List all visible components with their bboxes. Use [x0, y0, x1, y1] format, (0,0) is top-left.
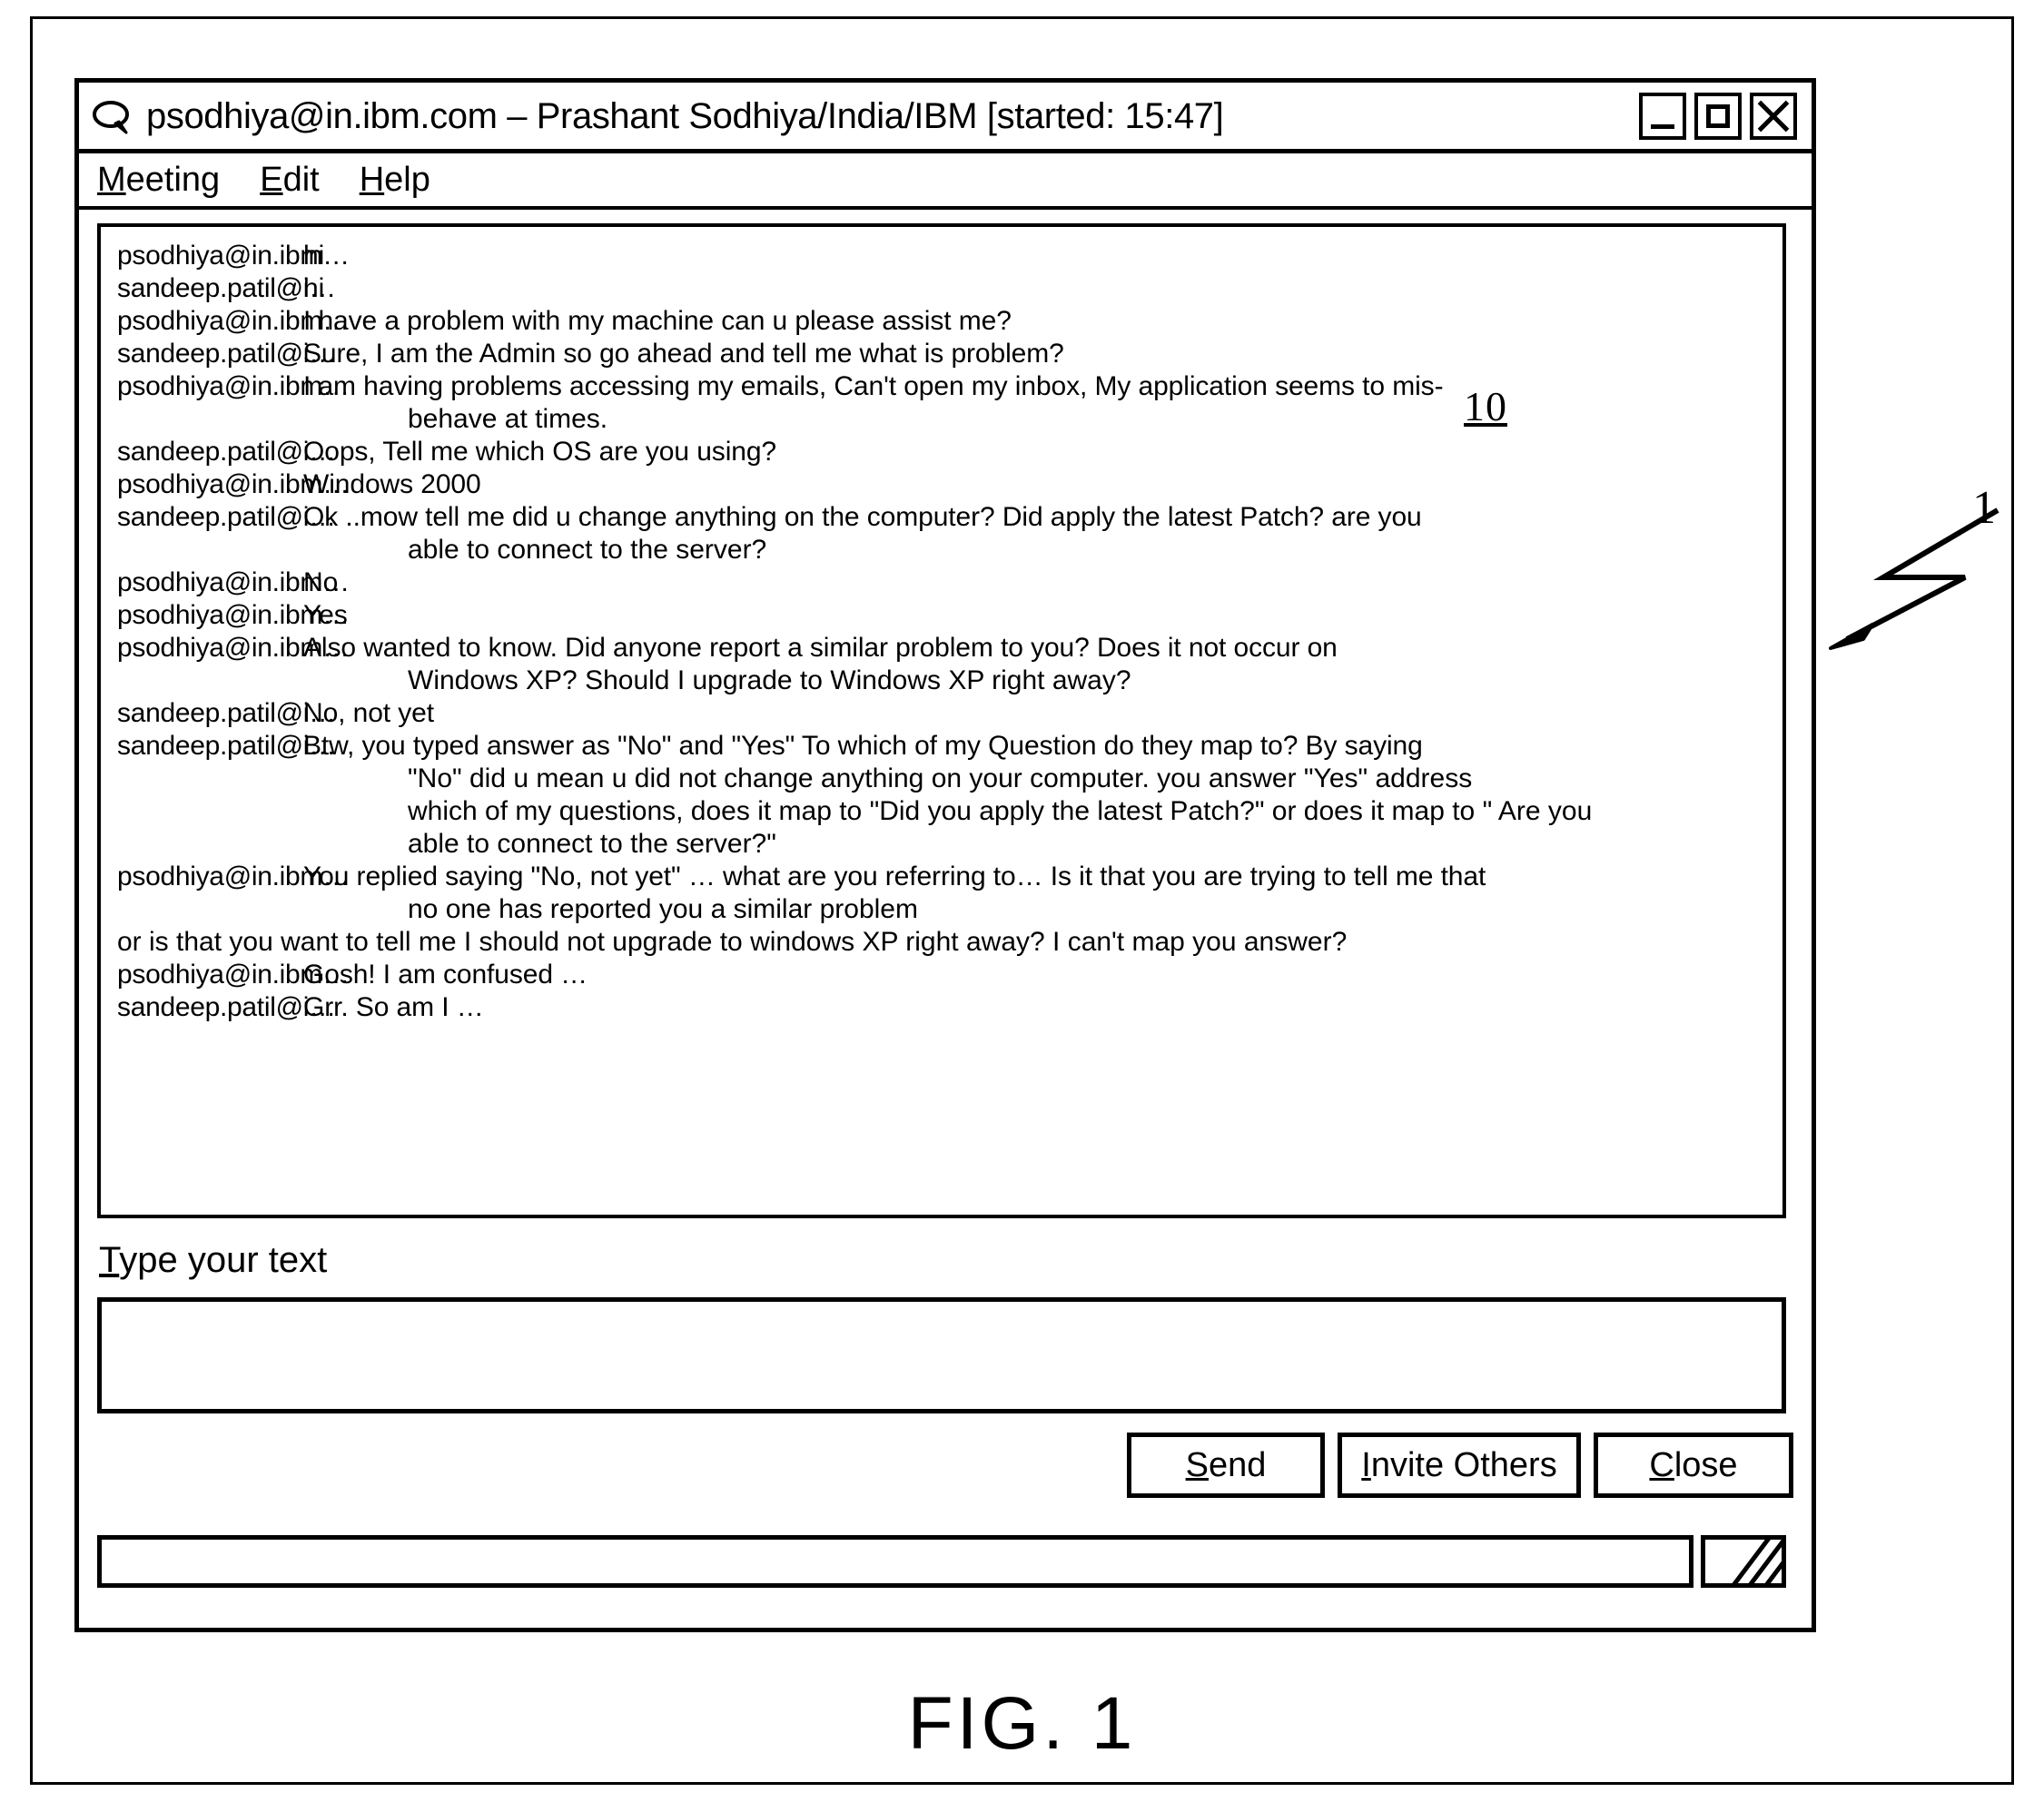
invite-others-button[interactable]: Invite Others [1338, 1433, 1581, 1498]
chat-message-text: No [303, 567, 339, 597]
dialog-button-row: Send Invite Others Close [1127, 1433, 1793, 1498]
chat-transcript-lines: psodhiya@in.ibm… hi sandeep.patil@i… hi psod… [117, 240, 1773, 1024]
chat-message-unindented: or is that you want to tell me I should … [117, 927, 1348, 957]
chat-message-row: sandeep.patil@i… No, not yet [117, 697, 1773, 730]
chat-message-text: Ok ..mow tell me did u change anything o… [303, 502, 1422, 532]
status-text [97, 1535, 1693, 1588]
chat-message-text: Also wanted to know. Did anyone report a… [303, 633, 1338, 663]
menubar: Meeting Edit Help [79, 153, 1812, 210]
chat-message-text: Grr. So am I … [303, 992, 484, 1022]
chat-message-text: Yes [303, 600, 348, 630]
menu-accelerator-help: H [359, 161, 385, 199]
chat-message-row: psodhiya@in.ibm… hi [117, 240, 1773, 272]
minimize-icon [1651, 123, 1674, 129]
menu-accelerator-meeting: M [97, 161, 126, 199]
menu-item-edit[interactable]: Edit [260, 162, 320, 197]
chat-message-row: psodhiya@in.ibm… Gosh! I am confused … [117, 959, 1773, 991]
chat-message-row: sandeep.patil@i… Grr. So am I … [117, 991, 1773, 1024]
chat-message-continuation: which of my questions, does it map to "D… [408, 796, 1593, 826]
menu-item-help[interactable]: Help [360, 162, 430, 197]
chat-bubble-icon [92, 98, 133, 134]
chat-message-speaker: sandeep.patil@i… [117, 731, 336, 761]
close-button[interactable] [1750, 92, 1797, 140]
chat-message-speaker: psodhiya@in.ibm… [117, 960, 350, 990]
compose-label: Type your text [99, 1242, 327, 1278]
chat-message-speaker: psodhiya@in.ibm… [117, 306, 350, 336]
window-controls [1639, 92, 1802, 140]
chat-message-row: psodhiya@in.ibm… I have a problem with my… [117, 305, 1773, 338]
chat-message-continuation: no one has reported you a similar proble… [408, 894, 918, 924]
figure-caption: FIG. 1 [907, 1682, 1137, 1765]
chat-message-row: sandeep.patil@i… Ok ..mow tell me did u c… [117, 501, 1773, 534]
chat-message-text: You replied saying "No, not yet" … what … [303, 862, 1486, 891]
chat-message-continuation: Windows XP? Should I upgrade to Windows … [408, 665, 1131, 695]
compose-label-rest: ype your text [119, 1240, 328, 1280]
chat-message-speaker: sandeep.patil@i… [117, 992, 336, 1022]
chat-message-row: sandeep.patil@i… Oops, Tell me which OS a… [117, 436, 1773, 468]
chat-message-text: Btw, you typed answer as "No" and "Yes" … [303, 731, 1423, 761]
maximize-button[interactable] [1694, 92, 1742, 140]
chat-message-text: Sure, I am the Admin so go ahead and tel… [303, 339, 1064, 369]
chat-message-speaker: psodhiya@in.ibm… [117, 469, 350, 499]
chat-message-row: psodhiya@in.ibm… Yes [117, 599, 1773, 632]
invite-accelerator: I [1361, 1445, 1371, 1484]
chat-message-text: hi [303, 273, 325, 303]
chat-message-speaker: sandeep.patil@i… [117, 339, 336, 369]
close-accelerator: C [1649, 1445, 1674, 1484]
resize-grip-icon[interactable] [1701, 1535, 1786, 1588]
chat-message-row: psodhiya@in.ibm… Also wanted to know. Did… [117, 632, 1773, 665]
chat-message-speaker: sandeep.patil@i… [117, 698, 336, 728]
compose-label-accelerator: T [99, 1240, 120, 1280]
chat-message-continuation: able to connect to the server? [408, 535, 767, 565]
chat-message-text: I am having problems accessing my emails… [303, 371, 1444, 401]
chat-message-row: sandeep.patil@i… Btw, you typed answer as… [117, 730, 1773, 763]
chat-transcript-panel[interactable]: psodhiya@in.ibm… hi sandeep.patil@i… hi psod… [97, 223, 1786, 1218]
send-accelerator: S [1185, 1445, 1209, 1484]
chat-message-speaker: psodhiya@in.ibm… [117, 567, 350, 597]
chat-message-speaker: psodhiya@in.ibm… [117, 371, 350, 401]
window-titlebar: psodhiya@in.ibm.com – Prashant Sodhiya/I… [79, 83, 1812, 153]
chat-message-continuation: "No" did u mean u did not change anythin… [408, 763, 1473, 793]
chat-message-speaker: sandeep.patil@i… [117, 437, 336, 467]
chat-message-speaker: psodhiya@in.ibm… [117, 633, 350, 663]
chat-message-row: sandeep.patil@i… Sure, I am the Admin so … [117, 338, 1773, 370]
chat-message-speaker: psodhiya@in.ibm… [117, 600, 350, 630]
chat-message-row: psodhiya@in.ibm… Windows 2000 [117, 468, 1773, 501]
chat-message-text: Windows 2000 [303, 469, 481, 499]
chat-message-row: sandeep.patil@i… hi [117, 272, 1773, 305]
chat-message-text: Oops, Tell me which OS are you using? [303, 437, 777, 467]
chat-message-text: Gosh! I am confused … [303, 960, 588, 990]
chat-message-row: psodhiya@in.ibm… You replied saying "No, … [117, 861, 1773, 893]
maximize-icon [1706, 103, 1730, 128]
chat-message-speaker: psodhiya@in.ibm… [117, 241, 350, 271]
compose-input[interactable] [97, 1297, 1786, 1413]
chat-message-continuation: able to connect to the server?" [408, 829, 776, 859]
chat-message-text: hi [303, 241, 325, 271]
minimize-button[interactable] [1639, 92, 1686, 140]
reference-numeral-1: 1 [1972, 482, 1996, 534]
menu-accelerator-edit: E [260, 161, 283, 199]
chat-message-continuation: behave at times. [408, 404, 608, 434]
menu-item-meeting[interactable]: Meeting [97, 162, 220, 197]
chat-message-row: psodhiya@in.ibm… I am having problems acc… [117, 370, 1773, 403]
chat-message-text: I have a problem with my machine can u p… [303, 306, 1012, 336]
reference-numeral-10: 10 [1464, 383, 1507, 429]
chat-message-speaker: sandeep.patil@i… [117, 273, 336, 303]
chat-message-text: No, not yet [303, 698, 434, 728]
chat-message-row: psodhiya@in.ibm… No [117, 566, 1773, 599]
close-dialog-button[interactable]: Close [1594, 1433, 1793, 1498]
window-title: psodhiya@in.ibm.com – Prashant Sodhiya/I… [146, 95, 1224, 136]
statusbar [97, 1535, 1786, 1588]
send-button[interactable]: Send [1127, 1433, 1325, 1498]
chat-application-window: psodhiya@in.ibm.com – Prashant Sodhiya/I… [74, 78, 1816, 1632]
chat-message-speaker: psodhiya@in.ibm… [117, 862, 350, 891]
chat-message-speaker: sandeep.patil@i… [117, 502, 336, 532]
